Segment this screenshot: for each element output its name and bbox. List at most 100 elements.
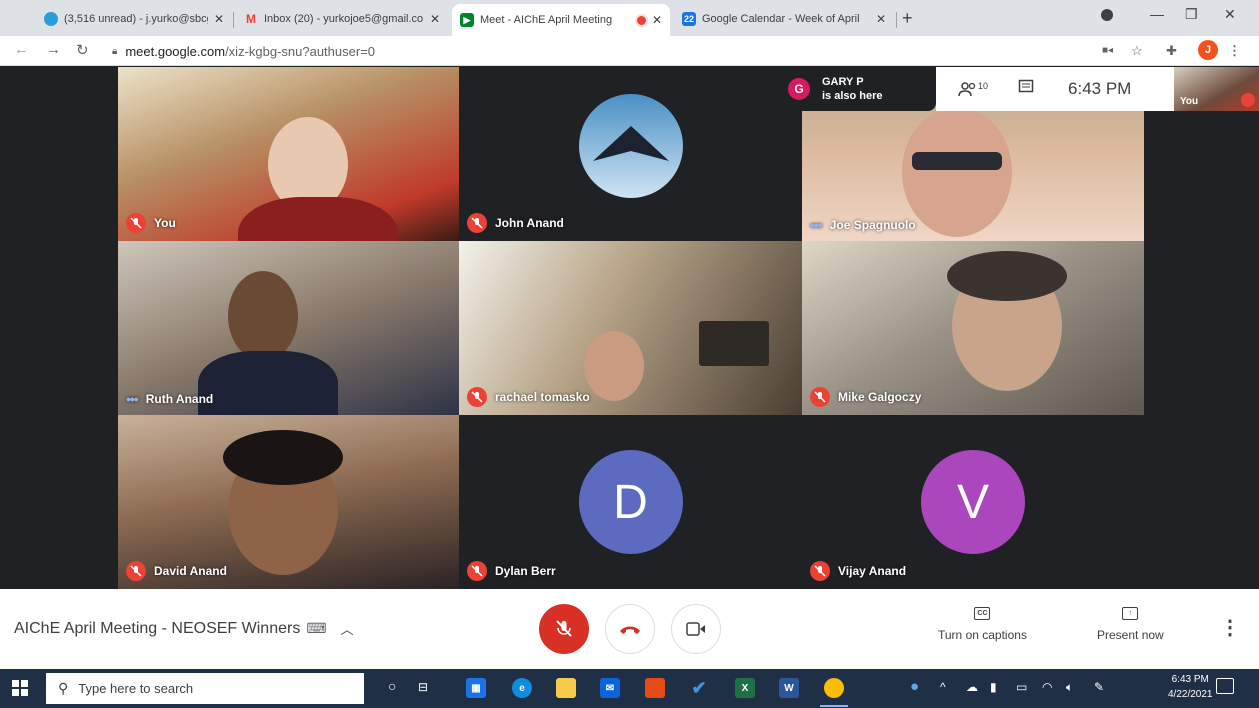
camera-in-use-icon[interactable]: ■◂ — [1102, 45, 1113, 56]
lock-icon[interactable]: 🔒︎ — [112, 46, 117, 57]
mic-off-icon — [467, 561, 487, 581]
browser-toolbar: ← → ↻ 🔒︎ meet.google.com/xiz-kgbg-snu?au… — [0, 36, 1259, 66]
tab-email-att[interactable]: (3,516 unread) - j.yurko@sbcglob ✕ — [36, 4, 232, 34]
participant-name: Mike Galgoczy — [838, 390, 922, 404]
mic-off-icon — [1241, 93, 1255, 107]
att-globe-icon — [44, 12, 58, 26]
minimize-button[interactable]: — — [1150, 6, 1164, 22]
gmail-icon: M — [246, 12, 256, 26]
reload-button[interactable]: ↻ — [76, 41, 89, 59]
toast-message: is also here — [822, 90, 883, 102]
participant-count: 10 — [978, 81, 989, 91]
bookmark-star-icon[interactable]: ☆ — [1131, 43, 1143, 59]
browser-tab-strip: (3,516 unread) - j.yurko@sbcglob ✕ M Inb… — [0, 0, 1259, 36]
toast-name: GARY P — [822, 76, 864, 88]
present-now-button[interactable]: ↑ Present now — [1097, 607, 1164, 642]
meeting-details[interactable]: AIChE April Meeting - NEOSEF Winners ⌨︎ … — [14, 619, 354, 638]
tab-google-calendar[interactable]: 22 Google Calendar - Week of April ✕ — [674, 4, 894, 34]
tray-expand-icon[interactable]: ^ — [940, 680, 946, 694]
participant-tile-vijay-anand[interactable]: V Vijay Anand — [802, 415, 1144, 589]
windows-start-icon[interactable] — [12, 680, 28, 696]
windows-taskbar: ⚲ Type here to search ○ ⊟ ▦ e ✉ ✔ X W ● … — [0, 669, 1259, 708]
profile-avatar[interactable]: J — [1198, 40, 1218, 60]
close-tab-icon[interactable]: ✕ — [876, 12, 886, 26]
calendar-app-icon[interactable]: ▦ — [466, 678, 486, 698]
mail-app-icon[interactable]: ✉ — [600, 678, 620, 698]
address-bar[interactable]: 🔒︎ meet.google.com/xiz-kgbg-snu?authuser… — [108, 40, 1088, 62]
forward-button[interactable]: → — [46, 41, 61, 58]
help-icon[interactable]: ● — [910, 678, 919, 695]
participant-tile-you[interactable]: You — [118, 67, 459, 241]
participant-name: John Anand — [495, 216, 564, 230]
participant-name: Joe Spagnuolo — [829, 218, 916, 232]
task-view-icon[interactable]: ⊟ — [418, 680, 428, 694]
meeting-info-icon: ⌨︎ — [306, 620, 327, 636]
participant-tile-ruth-anand[interactable]: ••• Ruth Anand — [118, 241, 459, 415]
avatar: D — [578, 450, 683, 554]
volume-icon[interactable]: 🔈︎ — [1066, 680, 1073, 695]
participant-tile-rachael-tomasko[interactable]: rachael tomasko — [459, 241, 802, 415]
present-screen-icon: ↑ — [1122, 607, 1139, 620]
calendar-icon: 22 — [682, 12, 696, 26]
restore-button[interactable]: ❐ — [1185, 6, 1198, 23]
meeting-title: AIChE April Meeting - NEOSEF Winners — [14, 619, 301, 637]
pen-icon[interactable]: ✎ — [1094, 680, 1104, 694]
mic-off-icon — [556, 620, 572, 637]
participant-name: David Anand — [154, 564, 227, 578]
close-tab-icon[interactable]: ✕ — [652, 13, 662, 27]
office-app-icon[interactable] — [645, 678, 665, 698]
meet-icon: ▶ — [460, 13, 474, 27]
participants-button[interactable]: 10 — [958, 81, 988, 97]
tab-search-icon[interactable] — [1101, 9, 1113, 21]
unmute-microphone-button[interactable] — [539, 604, 589, 654]
more-options-icon[interactable]: ⋮ — [1220, 615, 1240, 640]
participant-tile-david-anand[interactable]: David Anand — [118, 415, 459, 589]
todo-app-icon[interactable]: ✔ — [689, 678, 709, 698]
cortana-icon[interactable]: ○ — [388, 678, 396, 694]
close-tab-icon[interactable]: ✕ — [214, 12, 224, 26]
self-view-label: You — [1180, 96, 1199, 107]
microphone-tray-icon[interactable]: ▮ — [990, 680, 997, 694]
captions-icon: CC — [974, 607, 991, 620]
mic-off-icon — [126, 213, 146, 233]
participant-tile-john-anand[interactable]: John Anand — [459, 67, 802, 241]
mic-off-icon — [810, 561, 830, 581]
excel-app-icon[interactable]: X — [735, 678, 755, 698]
self-view-thumbnail[interactable]: You — [1174, 67, 1259, 111]
mic-off-icon — [467, 387, 487, 407]
back-button[interactable]: ← — [14, 41, 29, 58]
file-explorer-icon[interactable] — [556, 678, 576, 698]
word-app-icon[interactable]: W — [779, 678, 799, 698]
edge-browser-icon[interactable]: e — [512, 678, 532, 698]
taskbar-search-box[interactable]: ⚲ Type here to search — [46, 673, 364, 704]
meet-info-bar: 10 6:43 PM — [936, 67, 1174, 111]
battery-icon[interactable]: ▭ — [1016, 680, 1027, 694]
participant-name: rachael tomasko — [495, 390, 590, 404]
security-alert-icon[interactable]: ☁︎ — [966, 680, 978, 694]
chrome-browser-icon[interactable] — [820, 678, 848, 707]
system-clock[interactable]: 6:43 PM 4/22/2021 — [1168, 672, 1213, 702]
chat-icon — [1018, 79, 1034, 92]
camera-toggle-button[interactable] — [671, 604, 721, 654]
browser-menu-icon[interactable]: ⋮ — [1228, 43, 1241, 59]
leave-call-button[interactable] — [605, 604, 655, 654]
close-window-button[interactable]: ✕ — [1224, 6, 1236, 23]
participant-joined-toast[interactable]: G GARY P is also here — [780, 67, 936, 111]
extensions-icon[interactable]: ✚ — [1166, 43, 1177, 59]
recording-indicator-icon — [636, 15, 646, 25]
tab-google-meet[interactable]: ▶ Meet - AIChE April Meeting ✕ — [452, 4, 670, 36]
participant-tile-mike-galgoczy[interactable]: Mike Galgoczy — [802, 241, 1144, 415]
profile-photo-jet — [578, 94, 683, 198]
participant-tile-dylan-berr[interactable]: D Dylan Berr — [459, 415, 802, 589]
wifi-icon[interactable]: ◠ — [1042, 680, 1052, 694]
close-tab-icon[interactable]: ✕ — [430, 12, 440, 26]
hang-up-icon — [620, 626, 640, 634]
chevron-up-icon[interactable]: ︿ — [341, 619, 354, 638]
notifications-icon[interactable] — [1216, 678, 1234, 694]
participant-name: Vijay Anand — [838, 564, 907, 578]
meeting-clock: 6:43 PM — [1068, 79, 1132, 98]
tab-gmail-inbox[interactable]: M Inbox (20) - yurkojoe5@gmail.co ✕ — [236, 4, 448, 34]
new-tab-button[interactable]: + — [902, 8, 913, 29]
turn-on-captions-button[interactable]: CC Turn on captions — [938, 607, 1027, 642]
chat-button[interactable] — [1018, 79, 1034, 100]
